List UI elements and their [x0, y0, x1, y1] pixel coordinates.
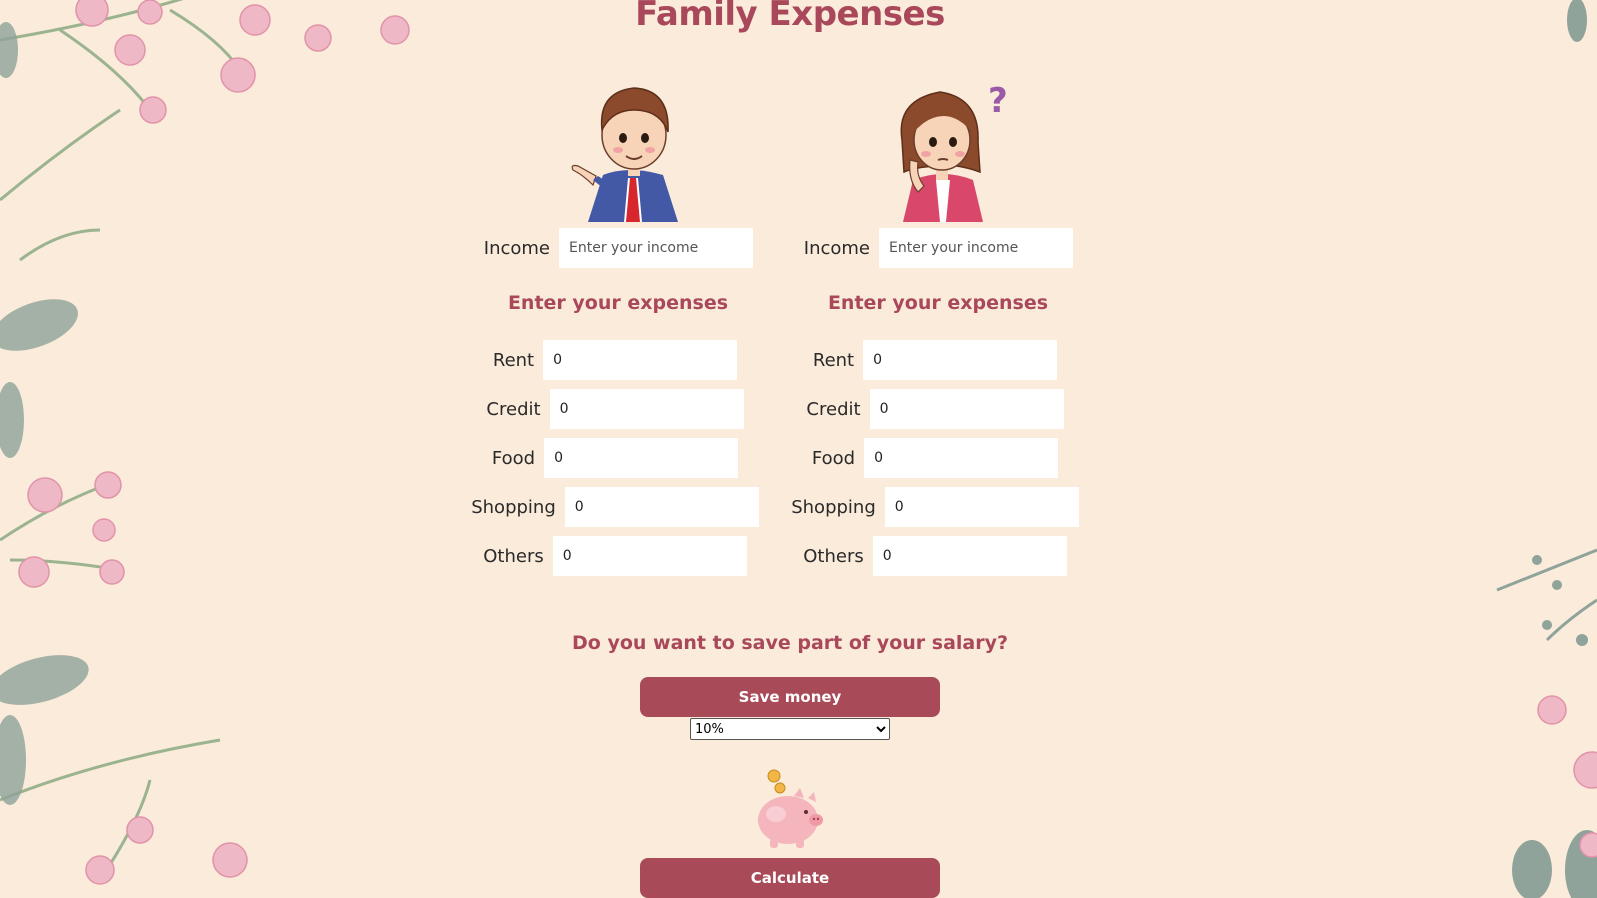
person-two-others-input[interactable] — [872, 536, 1067, 576]
person-one-shopping-row: Shopping — [455, 487, 775, 527]
piggy-bank-icon — [752, 768, 832, 854]
woman-thinking-avatar-icon: ? — [888, 80, 1018, 226]
page-title: Family Expenses — [635, 0, 945, 34]
person-one-rent-input[interactable] — [543, 340, 738, 380]
calculate-button[interactable]: Calculate — [640, 858, 940, 898]
credit-label: Credit — [806, 398, 861, 420]
food-label: Food — [811, 447, 856, 469]
person-one-income-input[interactable] — [559, 228, 753, 268]
svg-text:?: ? — [988, 81, 1008, 121]
person-two-shopping-row: Shopping — [775, 487, 1095, 527]
person-one-shopping-input[interactable] — [564, 487, 759, 527]
person-one-food-input[interactable] — [544, 438, 739, 478]
person-one-others-input[interactable] — [552, 536, 747, 576]
person-two-others-row: Others — [775, 536, 1095, 576]
person-one-income-row: Income — [468, 228, 753, 268]
person-two-income-label: Income — [803, 237, 870, 259]
person-two-expenses-heading: Enter your expenses — [827, 292, 1049, 314]
person-two-credit-input[interactable] — [869, 389, 1064, 429]
rent-label: Rent — [812, 349, 855, 371]
person-one-expenses-heading: Enter your expenses — [507, 292, 729, 314]
person-two-food-input[interactable] — [864, 438, 1059, 478]
person-two-rent-input[interactable] — [863, 340, 1058, 380]
person-one-credit-input[interactable] — [549, 389, 744, 429]
save-question: Do you want to save part of your salary? — [572, 632, 1008, 654]
person-two-shopping-input[interactable] — [884, 487, 1079, 527]
person-one-credit-row: Credit — [455, 389, 775, 429]
person-one-food-row: Food — [455, 438, 775, 478]
person-two-income-row: Income — [788, 228, 1073, 268]
person-two-food-row: Food — [775, 438, 1095, 478]
person-two-income-input[interactable] — [879, 228, 1073, 268]
floral-decoration-right — [1496, 0, 1597, 898]
shopping-label: Shopping — [791, 496, 876, 518]
floral-decoration-left — [0, 0, 410, 885]
save-money-button[interactable]: Save money — [640, 677, 940, 717]
credit-label: Credit — [486, 398, 541, 420]
man-avatar-icon — [568, 80, 688, 226]
others-label: Others — [803, 545, 864, 567]
person-one-rent-row: Rent — [455, 340, 775, 380]
shopping-label: Shopping — [471, 496, 556, 518]
person-one-income-label: Income — [483, 237, 550, 259]
others-label: Others — [483, 545, 544, 567]
food-label: Food — [491, 447, 536, 469]
person-one-others-row: Others — [455, 536, 775, 576]
rent-label: Rent — [492, 349, 535, 371]
save-percent-select[interactable]: 10% — [690, 718, 890, 740]
person-two-rent-row: Rent — [775, 340, 1095, 380]
person-two-credit-row: Credit — [775, 389, 1095, 429]
